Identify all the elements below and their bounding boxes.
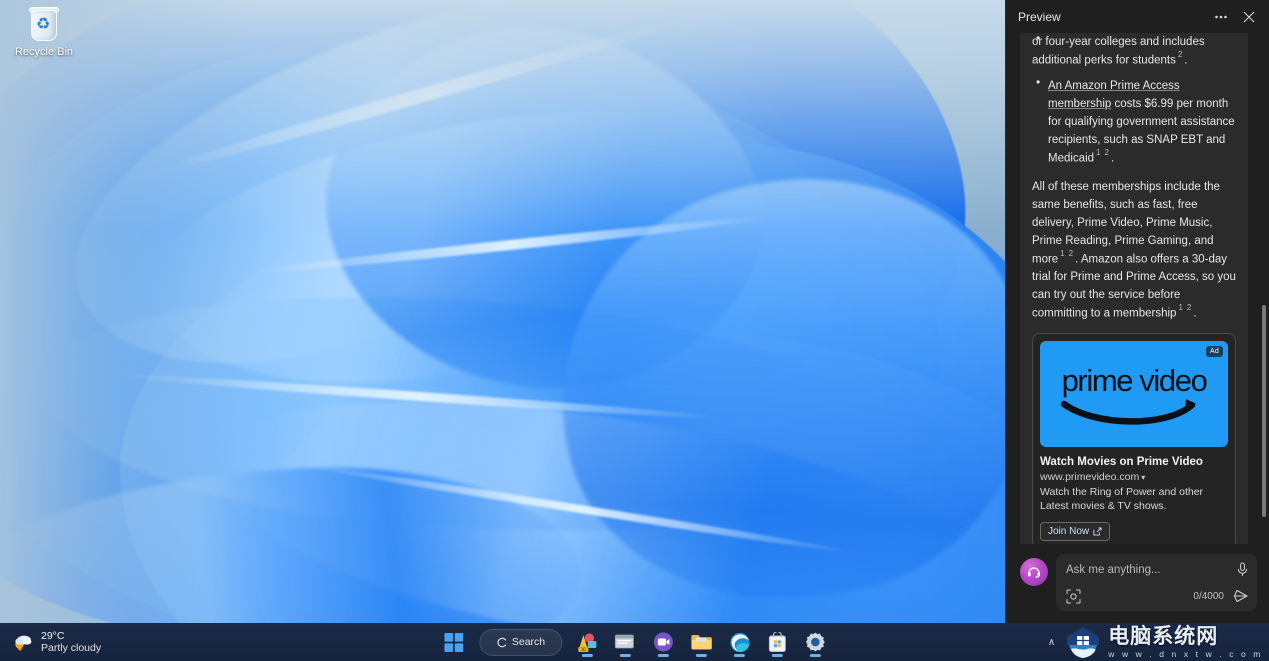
- citation-ref[interactable]: 2: [1102, 148, 1110, 157]
- recycle-bin-icon: ♻: [27, 6, 61, 42]
- desktop-icon-recycle-bin[interactable]: ♻ Recycle Bin: [6, 6, 82, 59]
- taskbar-app-paint-3d[interactable]: 3D: [571, 626, 604, 659]
- ad-title: Watch Movies on Prime Video: [1040, 456, 1203, 469]
- desktop[interactable]: ♻ Recycle Bin: [0, 0, 1005, 623]
- send-icon: [1234, 590, 1248, 602]
- amazon-smile-icon: [1060, 399, 1196, 425]
- citation-ref[interactable]: 1: [1058, 249, 1066, 258]
- join-now-label: Join Now: [1048, 526, 1090, 538]
- tray-expand-chevron-icon[interactable]: ∧: [1040, 637, 1063, 648]
- svg-text:3D: 3D: [581, 647, 587, 652]
- taskbar-center-group: Search 3D: [437, 623, 832, 661]
- store-icon: [769, 631, 787, 652]
- message-bullet-list: or four-year colleges and includes addit…: [1032, 33, 1236, 167]
- watermark-subtitle: w w w . d n x t w . c o m: [1108, 648, 1263, 659]
- wallpaper-bloom: [0, 0, 1005, 623]
- chat-input[interactable]: [1066, 563, 1236, 576]
- desktop-icon-label: Recycle Bin: [14, 46, 74, 58]
- panel-title: Preview: [1018, 9, 1061, 24]
- ad-url[interactable]: www.primevideo.com ▾: [1040, 471, 1228, 483]
- citation-ref[interactable]: 2: [1067, 249, 1075, 258]
- taskbar-app-microsoft-store[interactable]: [761, 626, 794, 659]
- chevron-down-icon[interactable]: ▾: [1139, 473, 1145, 482]
- paragraph-trailing: .: [1193, 307, 1197, 320]
- scan-image-button[interactable]: [1066, 587, 1084, 605]
- taskbar-weather-widget[interactable]: 29°C Partly cloudy: [0, 623, 111, 661]
- windows-logo-icon: [443, 632, 463, 652]
- external-link-icon: [1093, 527, 1102, 536]
- close-button[interactable]: [1235, 5, 1263, 29]
- send-button[interactable]: [1233, 588, 1249, 604]
- microphone-button[interactable]: [1236, 562, 1249, 577]
- citation-ref[interactable]: 1: [1176, 303, 1184, 312]
- prime-video-wordmark: prime video: [1061, 363, 1208, 399]
- folder-icon: [691, 635, 712, 650]
- list-item: An Amazon Prime Access membership costs …: [1032, 75, 1236, 166]
- composer-box[interactable]: 0/4000: [1056, 554, 1257, 611]
- join-now-button[interactable]: Join Now: [1040, 522, 1111, 542]
- ad-badge: Ad: [1206, 346, 1223, 358]
- composer-input-row: [1066, 562, 1249, 577]
- watermark-text: 电脑系统网 w w w . d n x t w . c o m: [1108, 623, 1263, 659]
- weather-text: 29°C Partly cloudy: [41, 630, 101, 654]
- composer-row: 0/4000: [1006, 544, 1269, 623]
- running-indicator: [810, 654, 822, 657]
- running-indicator: [658, 654, 670, 657]
- bullet-trailing: .: [1110, 152, 1115, 165]
- more-options-button[interactable]: [1207, 5, 1235, 29]
- composer-actions-row: 0/4000: [1066, 587, 1249, 605]
- running-indicator: [772, 654, 784, 657]
- copilot-search-icon: [496, 637, 506, 647]
- copilot-avatar[interactable]: [1020, 558, 1048, 586]
- taskbar-app-video[interactable]: [647, 626, 680, 659]
- weather-condition: Partly cloudy: [41, 642, 102, 654]
- window-icon: [615, 634, 635, 649]
- taskbar-search[interactable]: Search: [478, 628, 563, 656]
- panel-scroll-region[interactable]: Prime is for individuals enrolled in two…: [1006, 33, 1269, 544]
- bullet-trailing: .: [1184, 54, 1188, 67]
- list-item: or four-year colleges and includes addit…: [1032, 33, 1236, 68]
- house-shield-logo-icon: [1067, 627, 1100, 658]
- taskbar-app-settings[interactable]: [799, 626, 832, 659]
- taskbar-app-edge[interactable]: [723, 626, 756, 659]
- start-button[interactable]: [437, 626, 470, 659]
- running-indicator: [696, 654, 708, 657]
- panel-scrollbar-track[interactable]: [1262, 33, 1266, 544]
- ellipsis-icon: [1215, 15, 1227, 18]
- weather-temperature: 29°C: [41, 630, 65, 642]
- taskbar-app-file-explorer[interactable]: [685, 626, 718, 659]
- panel-scrollbar-thumb[interactable]: [1262, 305, 1266, 517]
- running-indicator: [734, 654, 746, 657]
- taskbar-tray: ∧ 电脑系统网 w w w . d n x t w . c o m: [1040, 623, 1269, 661]
- sponsored-ad-card[interactable]: Ad prime video Watch Movies on Prime Vid…: [1032, 333, 1236, 544]
- watermark-title: 电脑系统网: [1108, 623, 1219, 648]
- gear-icon: [806, 632, 826, 652]
- taskbar: 29°C Partly cloudy Search 3D ∧ 电脑系统网 w w…: [0, 623, 1269, 661]
- assistant-message-bubble: Prime is for individuals enrolled in two…: [1020, 33, 1248, 544]
- microphone-icon: [1237, 562, 1248, 577]
- ad-banner-image[interactable]: Ad prime video: [1040, 341, 1228, 448]
- scan-image-icon: [1066, 589, 1081, 603]
- ad-description: Watch the Ring of Power and other Latest…: [1040, 486, 1204, 513]
- close-icon: [1243, 11, 1255, 22]
- running-indicator: [582, 654, 594, 657]
- site-watermark: 电脑系统网 w w w . d n x t w . c o m: [1063, 625, 1269, 659]
- paint-icon: 3D: [578, 633, 597, 652]
- copilot-preview-panel: Preview Prime is for individuals enrolle…: [1005, 0, 1269, 623]
- panel-header: Preview: [1006, 0, 1269, 33]
- taskbar-app-window[interactable]: [609, 626, 642, 659]
- running-indicator: [620, 654, 632, 657]
- paragraph-text-2: . Amazon also offers a 30-day trial for …: [1032, 252, 1236, 320]
- ad-url-text: www.primevideo.com: [1040, 471, 1140, 484]
- camera-video-icon: [654, 632, 674, 652]
- message-paragraph: All of these memberships include the sam…: [1032, 177, 1236, 322]
- character-counter: 0/4000: [1193, 590, 1224, 602]
- partly-cloudy-icon: [12, 631, 34, 653]
- copilot-avatar-icon: [1028, 567, 1040, 578]
- search-label: Search: [511, 636, 546, 648]
- edge-icon: [730, 632, 750, 652]
